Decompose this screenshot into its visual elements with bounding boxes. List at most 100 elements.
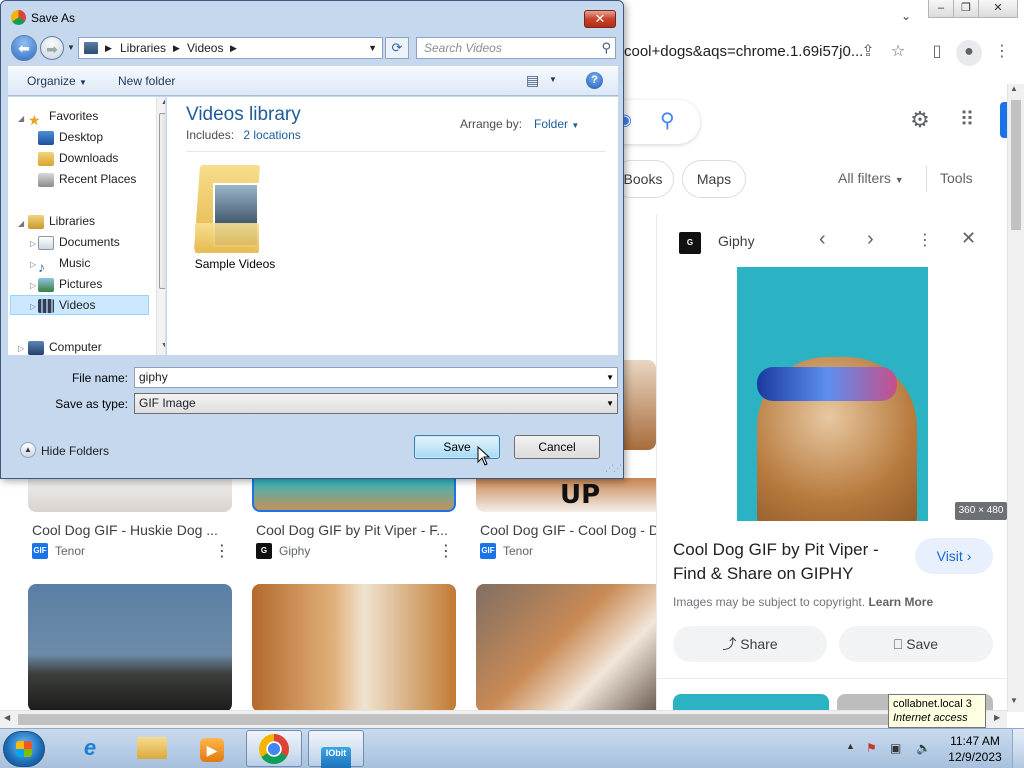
chrome-menu-icon[interactable]: ⋮ xyxy=(990,40,1014,64)
nav-downloads[interactable]: Downloads xyxy=(38,148,165,168)
previous-chevron-icon[interactable]: ‹ xyxy=(819,228,826,251)
file-name-dropdown-icon[interactable]: ▼ xyxy=(606,368,614,387)
new-folder-button[interactable]: New folder xyxy=(118,74,175,88)
media-player-icon[interactable]: ▶ xyxy=(184,730,240,767)
scroll-thumb[interactable] xyxy=(18,714,978,725)
expand-arrow-icon[interactable]: ▷ xyxy=(30,302,36,311)
result-image-pitviper[interactable] xyxy=(252,478,456,512)
chip-maps[interactable]: Maps xyxy=(682,160,746,198)
scroll-left-arrow-icon[interactable]: ◀ xyxy=(4,713,10,722)
scroll-right-arrow-icon[interactable]: ▶ xyxy=(994,713,1000,722)
scroll-up-arrow-icon[interactable]: ▲ xyxy=(161,99,165,106)
iobit-taskbar-icon[interactable]: IObit xyxy=(308,730,364,768)
organize-button[interactable]: Organize ▼ xyxy=(27,74,87,88)
show-desktop-button[interactable] xyxy=(1012,729,1024,768)
scroll-down-arrow-icon[interactable]: ▼ xyxy=(1010,696,1018,705)
folder-label[interactable]: Sample Videos xyxy=(181,257,289,271)
nav-videos[interactable]: Videos xyxy=(38,295,165,315)
nav-libraries[interactable]: Libraries xyxy=(28,211,165,231)
panel-title[interactable]: Cool Dog GIF by Pit Viper - Find & Share… xyxy=(673,538,903,586)
start-button[interactable] xyxy=(3,731,45,767)
recent-pages-dropdown-icon[interactable]: ▼ xyxy=(67,43,75,52)
apps-grid-icon[interactable]: ⠿ xyxy=(955,108,979,132)
preview-image[interactable] xyxy=(737,267,928,521)
forward-button[interactable]: ➡ xyxy=(40,36,64,60)
security-alert-icon[interactable]: ⚑ xyxy=(866,741,877,755)
volume-icon[interactable]: 🔈 xyxy=(916,741,931,755)
chrome-taskbar-icon[interactable] xyxy=(246,730,302,767)
system-clock[interactable]: 11:47 AM 12/9/2023 xyxy=(940,733,1010,765)
nav-desktop[interactable]: Desktop xyxy=(38,127,165,147)
help-icon[interactable]: ? xyxy=(586,72,603,89)
nav-pane-scrollbar[interactable]: ▲ ▼ xyxy=(156,97,165,355)
show-hidden-icons-arrow[interactable]: ▲ xyxy=(846,741,855,751)
share-button[interactable]: ⤴ Share xyxy=(673,626,827,662)
omnibox-url[interactable]: cool+dogs&aqs=chrome.1.69i57j0... xyxy=(600,36,884,68)
expand-arrow-icon[interactable]: ▷ xyxy=(30,281,36,290)
result-title-3[interactable]: Cool Dog GIF - Cool Dog - D xyxy=(480,522,656,538)
search-icon[interactable]: ⚲ xyxy=(601,38,611,58)
result-source-1[interactable]: Tenor xyxy=(55,544,85,558)
nav-music[interactable]: ♪ Music xyxy=(38,253,165,275)
more-options-icon[interactable]: ⋮ xyxy=(214,541,230,561)
restore-button[interactable]: ❐ xyxy=(953,0,979,18)
result-image-cooldog[interactable]: UP xyxy=(476,478,656,512)
hide-folders-arrow-icon[interactable]: ▲ xyxy=(20,442,36,458)
nav-recent-places[interactable]: Recent Places xyxy=(38,169,165,189)
result-image-shiba[interactable] xyxy=(476,584,656,712)
nav-pictures[interactable]: Pictures xyxy=(38,274,165,294)
tools-button[interactable]: Tools xyxy=(940,170,973,186)
expand-arrow-icon[interactable]: ▷ xyxy=(30,239,36,248)
more-options-icon[interactable]: ⋮ xyxy=(917,230,933,250)
close-panel-icon[interactable]: ✕ xyxy=(961,228,976,249)
nav-favorites[interactable]: ★ Favorites xyxy=(28,106,165,128)
result-title-1[interactable]: Cool Dog GIF - Huskie Dog ... xyxy=(32,522,232,538)
result-source-3[interactable]: Tenor xyxy=(503,544,533,558)
all-filters-button[interactable]: All filters ▼ xyxy=(838,170,904,186)
folder-sample-videos[interactable] xyxy=(193,159,275,259)
breadcrumb-libraries[interactable]: Libraries xyxy=(120,38,166,58)
expand-arrow-icon[interactable]: ▷ xyxy=(30,260,36,269)
nav-documents[interactable]: Documents xyxy=(38,232,165,252)
scroll-thumb[interactable] xyxy=(1011,100,1021,230)
save-type-select[interactable]: GIF Image ▼ xyxy=(134,393,618,414)
tab-search-chevron-icon[interactable]: ⌄ xyxy=(896,6,916,26)
vertical-scrollbar[interactable]: ▲ ▼ xyxy=(1007,84,1024,712)
network-icon[interactable]: ▣ xyxy=(890,741,901,755)
scroll-down-arrow-icon[interactable]: ▼ xyxy=(161,342,165,349)
resize-grip-icon[interactable]: ⋰⋰ xyxy=(605,463,622,474)
collapse-arrow-icon[interactable]: ◢ xyxy=(18,219,24,228)
panel-source-name[interactable]: Giphy xyxy=(718,233,755,249)
profile-avatar-icon[interactable]: ● xyxy=(956,40,982,66)
includes-locations-link[interactable]: 2 locations xyxy=(237,128,300,142)
next-chevron-icon[interactable]: › xyxy=(867,228,874,251)
breadcrumb-videos[interactable]: Videos xyxy=(187,38,223,58)
internet-explorer-icon[interactable]: e xyxy=(62,730,118,767)
search-input[interactable]: Search Videos ⚲ xyxy=(416,37,616,59)
hide-folders-button[interactable]: Hide Folders xyxy=(41,444,109,458)
expand-arrow-icon[interactable]: ▷ xyxy=(18,344,24,353)
result-source-2[interactable]: Giphy xyxy=(279,544,310,558)
bookmark-star-icon[interactable]: ☆ xyxy=(886,40,910,64)
result-image-huskie[interactable] xyxy=(28,478,232,512)
share-icon[interactable]: ⇪ xyxy=(856,40,880,64)
breadcrumb-separator-icon[interactable]: ▶ xyxy=(173,38,180,58)
back-button[interactable]: ⬅ xyxy=(11,35,37,61)
search-icon[interactable]: ⚲ xyxy=(660,108,675,133)
cancel-button[interactable]: Cancel xyxy=(514,435,600,459)
nav-computer[interactable]: Computer xyxy=(28,337,165,355)
collapse-arrow-icon[interactable]: ◢ xyxy=(18,114,24,123)
save-to-collection-button[interactable]: ⎕ Save xyxy=(839,626,993,662)
scroll-up-arrow-icon[interactable]: ▲ xyxy=(1010,84,1018,93)
address-history-dropdown-icon[interactable]: ▼ xyxy=(368,38,377,58)
file-explorer-icon[interactable] xyxy=(124,730,180,767)
address-bar[interactable]: ▶ Libraries ▶ Videos ▶ ▼ xyxy=(78,37,383,59)
save-type-dropdown-icon[interactable]: ▼ xyxy=(606,394,614,413)
file-name-input[interactable]: giphy ▼ xyxy=(134,367,618,388)
scroll-thumb[interactable] xyxy=(159,113,165,289)
result-image-bulldog[interactable] xyxy=(28,584,232,712)
result-title-2[interactable]: Cool Dog GIF by Pit Viper - F... xyxy=(256,522,456,538)
learn-more-link[interactable]: Learn More xyxy=(868,595,933,609)
horizontal-scrollbar[interactable]: ◀ ▶ xyxy=(0,710,1007,728)
arrange-by-dropdown[interactable]: Folder ▼ xyxy=(534,117,579,131)
